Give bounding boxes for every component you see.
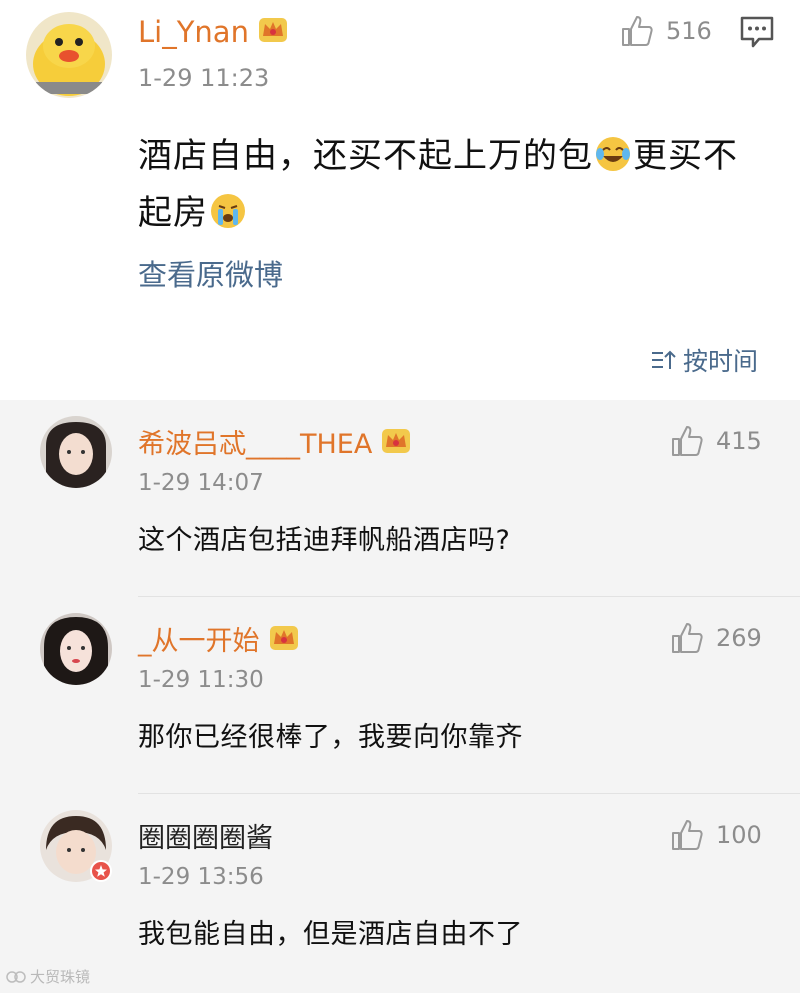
comment-list: 希波吕忒____THEA 1-29 14:07 这个酒店包括迪拜帆船酒店吗? 4… (0, 400, 800, 993)
comment-text: 我包能自由，但是酒店自由不了 (138, 919, 523, 950)
comment-like-count: 100 (716, 821, 762, 849)
comment-item: 圈圈圈圈酱 1-29 13:56 我包能自由，但是酒店自由不了 100 (0, 794, 800, 990)
comment-like-count: 269 (716, 624, 762, 652)
comment-like-button[interactable]: 100 (670, 818, 762, 852)
comment-like-button[interactable]: 269 (670, 621, 762, 655)
verified-badge-icon (90, 860, 112, 882)
laugh-cry-emoji-icon (596, 137, 630, 171)
watermark: 大贸珠镜 (6, 966, 90, 987)
comment-like-button[interactable]: 415 (670, 424, 762, 458)
post-like-count: 516 (666, 17, 712, 45)
comment-username[interactable]: 圈圈圈圈酱 (138, 816, 273, 855)
view-original-link[interactable]: 查看原微博 (138, 252, 283, 294)
thumbs-up-icon (672, 820, 703, 850)
crying-emoji-icon (211, 194, 245, 228)
post-like-button[interactable]: 516 (620, 14, 712, 48)
post-time: 1-29 11:23 (138, 64, 270, 92)
comment-avatar[interactable] (40, 416, 112, 488)
comment-avatar[interactable] (40, 613, 112, 685)
comment-item: _从一开始 1-29 11:30 那你已经很棒了，我要向你靠齐 269 (0, 597, 800, 793)
comment-text: 那你已经很棒了，我要向你靠齐 (138, 722, 523, 753)
comment-time: 1-29 13:56 (138, 864, 264, 890)
comment-icon[interactable] (740, 16, 774, 48)
sort-by-time-button[interactable]: 按时间 (651, 342, 758, 378)
weibo-comments-screen: Li_Ynan 1-29 11:23 516 酒店自由，还买不起上万的包 更买不… (0, 0, 800, 993)
thumbs-up-icon (672, 426, 703, 456)
post-text: 酒店自由，还买不起上万的包 更买不 起房 (138, 136, 738, 233)
comment-like-count: 415 (716, 427, 762, 455)
vip-crown-icon (269, 626, 298, 650)
vip-crown-icon (382, 429, 411, 453)
watermark-logo-icon (6, 970, 26, 983)
thumbs-up-icon (622, 16, 653, 46)
comment-item: 希波吕忒____THEA 1-29 14:07 这个酒店包括迪拜帆船酒店吗? 4… (0, 400, 800, 596)
original-post: Li_Ynan 1-29 11:23 516 酒店自由，还买不起上万的包 更买不… (0, 0, 800, 400)
comment-time: 1-29 11:30 (138, 667, 264, 693)
comment-username[interactable]: 希波吕忒____THEA (138, 422, 412, 461)
comment-text: 这个酒店包括迪拜帆船酒店吗? (138, 525, 511, 556)
post-avatar[interactable] (26, 12, 112, 98)
comment-time: 1-29 14:07 (138, 470, 264, 496)
post-username[interactable]: Li_Ynan (138, 14, 289, 49)
comment-username[interactable]: _从一开始 (138, 619, 300, 658)
sort-icon (651, 350, 676, 369)
vip-crown-icon (258, 18, 287, 42)
thumbs-up-icon (672, 623, 703, 653)
